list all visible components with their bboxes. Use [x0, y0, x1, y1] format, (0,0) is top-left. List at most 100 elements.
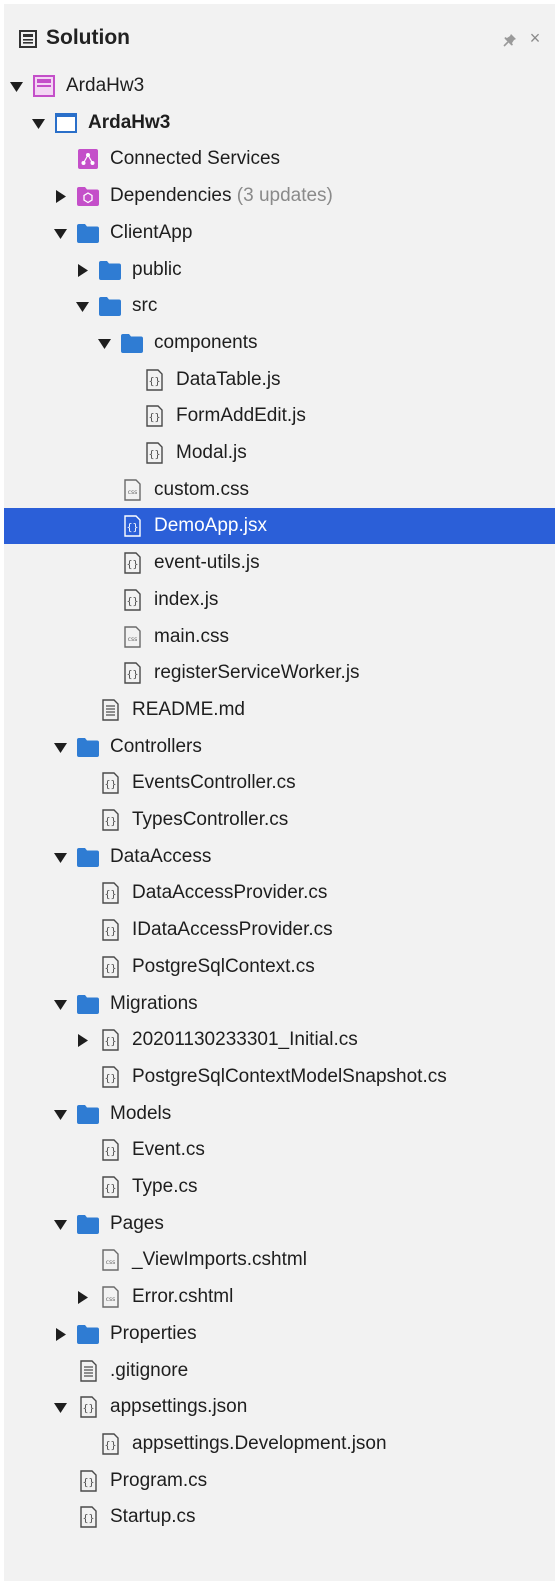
tree-item[interactable]: {} EventsController.cs [4, 765, 555, 801]
collapsed-arrow-icon[interactable] [76, 263, 89, 277]
tree-item[interactable]: ArdaHw3 [4, 68, 555, 104]
tree-item-label: FormAddEdit.js [176, 405, 306, 427]
tree-item-label: ArdaHw3 [88, 112, 170, 134]
tree-item[interactable]: {} Program.cs [4, 1463, 555, 1499]
tree-item-label: main.css [154, 626, 229, 648]
tree-item[interactable]: DataAccess [4, 839, 555, 875]
collapsed-arrow-icon[interactable] [76, 1291, 89, 1305]
tree-item[interactable]: {} appsettings.Development.json [4, 1426, 555, 1462]
tree-item[interactable]: Dependencies (3 updates) [4, 178, 555, 214]
close-icon[interactable]: × [526, 29, 544, 47]
tree-item[interactable]: README.md [4, 692, 555, 728]
code-file-icon: {} [102, 919, 119, 941]
tree-item-text: Connected Services [110, 148, 281, 170]
tree-item-label: Startup.cs [110, 1506, 196, 1528]
collapsed-arrow-icon[interactable] [54, 1327, 67, 1341]
tree-item-text: Models [110, 1102, 172, 1124]
svg-text:{}: {} [104, 1440, 116, 1451]
collapsed-arrow-icon[interactable] [54, 190, 67, 204]
tree-item-label: DemoApp.jsx [154, 515, 267, 537]
tree-item[interactable]: {} Event.cs [4, 1132, 555, 1168]
tree-item[interactable]: {} index.js [4, 582, 555, 618]
pin-icon[interactable] [502, 32, 518, 48]
tree-item-label: components [154, 332, 258, 354]
tree-item[interactable]: src [4, 288, 555, 324]
tree-item[interactable]: {} Modal.js [4, 435, 555, 471]
tree-item[interactable]: public [4, 252, 555, 288]
collapsed-arrow-icon[interactable] [76, 1034, 89, 1048]
tree-item[interactable]: {} TypesController.cs [4, 802, 555, 838]
tree-item[interactable]: {} registerServiceWorker.js [4, 655, 555, 691]
expanded-arrow-icon[interactable] [32, 117, 45, 130]
tree-item-label: public [132, 259, 182, 281]
expanded-arrow-icon[interactable] [10, 80, 23, 93]
tree-item[interactable]: css _ViewImports.cshtml [4, 1242, 555, 1278]
expanded-arrow-icon[interactable] [54, 998, 67, 1011]
tree-item[interactable]: {} DataAccessProvider.cs [4, 875, 555, 911]
tree-item[interactable]: .gitignore [4, 1353, 555, 1389]
tree-item[interactable]: Pages [4, 1206, 555, 1242]
code-file-icon: {} [80, 1396, 97, 1418]
expanded-arrow-icon[interactable] [54, 1218, 67, 1231]
tree-item-text: main.css [154, 625, 229, 647]
tree-item-text: components [154, 331, 258, 353]
tree-item[interactable]: {} PostgreSqlContext.cs [4, 949, 555, 985]
pad-header: Solution × [4, 4, 555, 68]
tree-item-label: DataAccess [110, 846, 211, 868]
tree-item[interactable]: Migrations [4, 986, 555, 1022]
tree-item[interactable]: {} Type.cs [4, 1169, 555, 1205]
expanded-arrow-icon[interactable] [54, 741, 67, 754]
svg-text:css: css [106, 1259, 116, 1266]
tree-item-text: _ViewImports.cshtml [132, 1249, 307, 1271]
tree-item[interactable]: ArdaHw3 [4, 105, 555, 141]
folder-icon [99, 260, 121, 280]
svg-text:{}: {} [104, 1037, 116, 1048]
tree-item-label: DataTable.js [176, 369, 281, 391]
expanded-arrow-icon[interactable] [54, 851, 67, 864]
tree-item[interactable]: {} Startup.cs [4, 1499, 555, 1535]
solution-icon [33, 75, 55, 97]
tree-item[interactable]: css Error.cshtml [4, 1279, 555, 1315]
tree-item[interactable]: {} appsettings.json [4, 1389, 555, 1425]
code-file-icon: {} [102, 1433, 119, 1455]
expanded-arrow-icon[interactable] [54, 227, 67, 240]
code-file-icon: {} [124, 515, 141, 538]
tree-item[interactable]: css custom.css [4, 472, 555, 508]
expanded-arrow-icon[interactable] [76, 300, 89, 313]
tree-item[interactable]: {} FormAddEdit.js [4, 398, 555, 434]
folder-icon [77, 1104, 99, 1124]
tree-item[interactable]: css main.css [4, 619, 555, 655]
tree-item[interactable]: Properties [4, 1316, 555, 1352]
code-file-icon: {} [102, 772, 119, 794]
tree-item[interactable]: {} PostgreSqlContextModelSnapshot.cs [4, 1059, 555, 1095]
folder-icon [77, 994, 99, 1014]
folder-icon [77, 737, 99, 757]
expanded-arrow-icon[interactable] [98, 337, 111, 350]
tree-item[interactable]: Connected Services [4, 141, 555, 177]
expanded-arrow-icon[interactable] [54, 1108, 67, 1121]
tree-item[interactable]: {} IDataAccessProvider.cs [4, 912, 555, 948]
tree-item-text: Pages [110, 1212, 164, 1234]
tree-item-label: Properties [110, 1323, 197, 1345]
svg-text:{}: {} [126, 523, 138, 534]
tree-item[interactable]: components [4, 325, 555, 361]
tree-item-text: EventsController.cs [132, 772, 296, 794]
code-file-icon: {} [80, 1506, 97, 1528]
text-file-icon [102, 699, 119, 721]
tree-item-text: event-utils.js [154, 552, 260, 574]
tree-item[interactable]: Models [4, 1096, 555, 1132]
tree-item[interactable]: ClientApp [4, 215, 555, 251]
svg-text:css: css [128, 636, 138, 643]
tree-item[interactable]: Controllers [4, 729, 555, 765]
solution-pane-icon [19, 30, 37, 48]
tree-item[interactable]: {} event-utils.js [4, 545, 555, 581]
tree-item[interactable]: {} 20201130233301_Initial.cs [4, 1022, 555, 1058]
tree-item[interactable]: {} DataTable.js [4, 362, 555, 398]
code-file-icon: {} [124, 552, 141, 574]
tree-item-label: README.md [132, 699, 245, 721]
expanded-arrow-icon[interactable] [54, 1401, 67, 1414]
tree-item-text: ClientApp [110, 221, 193, 243]
tree-item-label: _ViewImports.cshtml [132, 1249, 307, 1271]
tree-item[interactable]: {} DemoApp.jsx [4, 508, 555, 545]
project-icon [55, 112, 77, 133]
